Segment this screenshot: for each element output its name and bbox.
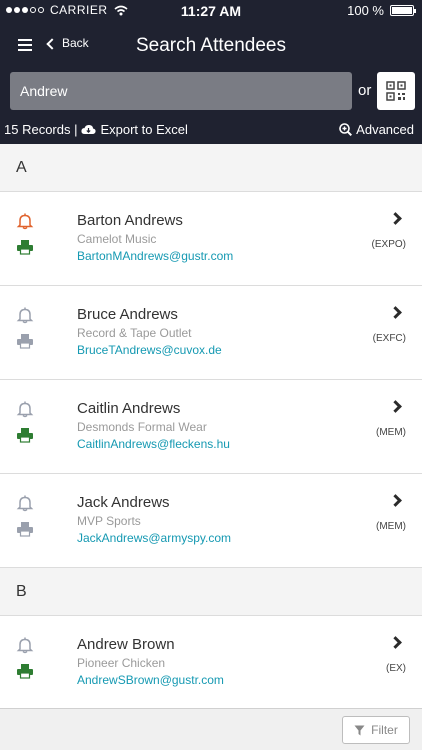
advanced-label: Advanced bbox=[356, 122, 414, 137]
printer-icon bbox=[17, 522, 33, 537]
attendee-name: Andrew Brown bbox=[77, 636, 175, 653]
status-right: 100 % bbox=[347, 3, 416, 18]
attendee-type: (EXFC) bbox=[372, 333, 406, 344]
records-count: 15 Records | bbox=[4, 122, 78, 137]
funnel-icon bbox=[354, 725, 365, 735]
attendee-row[interactable]: Bruce Andrews Record & Tape Outlet Bruce… bbox=[0, 286, 422, 380]
attendee-company: Desmonds Formal Wear bbox=[77, 420, 207, 434]
section-letter: B bbox=[16, 583, 27, 600]
bell-icon bbox=[16, 213, 34, 230]
qr-scan-button[interactable] bbox=[377, 72, 415, 110]
cloud-download-icon bbox=[81, 124, 97, 134]
search-input[interactable] bbox=[10, 72, 352, 110]
attendee-type: (EX) bbox=[386, 663, 406, 674]
attendee-email-link[interactable]: CaitlinAndrews@fleckens.hu bbox=[77, 437, 230, 451]
bell-icon bbox=[16, 401, 34, 418]
filter-button[interactable]: Filter bbox=[342, 716, 410, 744]
printer-icon bbox=[17, 334, 33, 349]
section-header-a: A bbox=[0, 144, 422, 192]
attendee-type: (MEM) bbox=[376, 427, 406, 438]
attendee-email-link[interactable]: BartonMAndrews@gustr.com bbox=[77, 249, 233, 263]
chevron-right-icon bbox=[389, 636, 402, 649]
attendee-type: (MEM) bbox=[376, 521, 406, 532]
section-letter: A bbox=[16, 159, 27, 176]
battery-icon bbox=[390, 5, 416, 16]
chevron-right-icon bbox=[389, 212, 402, 225]
attendee-name: Bruce Andrews bbox=[77, 306, 178, 323]
header: Back Search Attendees or 15 Records | Ex… bbox=[0, 22, 422, 144]
attendee-company: Pioneer Chicken bbox=[77, 656, 166, 670]
records-bar: 15 Records | Export to Excel bbox=[4, 122, 188, 137]
attendee-name: Jack Andrews bbox=[77, 494, 170, 511]
export-to-excel-button[interactable]: Export to Excel bbox=[81, 122, 188, 137]
attendee-row[interactable]: Jack Andrews MVP Sports JackAndrews@army… bbox=[0, 474, 422, 568]
bell-icon bbox=[16, 637, 34, 654]
status-bar: CARRIER 11:27 AM 100 % bbox=[0, 0, 422, 22]
advanced-search-button[interactable]: Advanced bbox=[339, 122, 414, 137]
bell-icon bbox=[16, 307, 34, 324]
page-title: Search Attendees bbox=[136, 35, 286, 56]
attendee-company: MVP Sports bbox=[77, 514, 141, 528]
attendee-row[interactable]: Andrew Brown Pioneer Chicken AndrewSBrow… bbox=[0, 616, 422, 710]
attendee-company: Camelot Music bbox=[77, 232, 157, 246]
printer-icon bbox=[17, 664, 33, 679]
qr-code-icon bbox=[386, 81, 406, 101]
attendee-email-link[interactable]: JackAndrews@armyspy.com bbox=[77, 531, 231, 545]
attendee-row[interactable]: Caitlin Andrews Desmonds Formal Wear Cai… bbox=[0, 380, 422, 474]
bottom-toolbar: Filter bbox=[0, 708, 422, 750]
attendee-name: Caitlin Andrews bbox=[77, 400, 181, 417]
battery-percent: 100 % bbox=[347, 3, 384, 18]
export-label: Export to Excel bbox=[100, 122, 188, 137]
attendee-name: Barton Andrews bbox=[77, 212, 183, 229]
chevron-right-icon bbox=[389, 306, 402, 319]
filter-label: Filter bbox=[371, 723, 398, 737]
attendee-email-link[interactable]: BruceTAndrews@cuvox.de bbox=[77, 343, 222, 357]
chevron-right-icon bbox=[389, 494, 402, 507]
attendee-row[interactable]: Barton Andrews Camelot Music BartonMAndr… bbox=[0, 192, 422, 286]
attendee-company: Record & Tape Outlet bbox=[77, 326, 192, 340]
attendee-email-link[interactable]: AndrewSBrown@gustr.com bbox=[77, 673, 224, 687]
printer-icon bbox=[17, 240, 33, 255]
zoom-in-icon bbox=[339, 123, 353, 136]
printer-icon bbox=[17, 428, 33, 443]
bell-icon bbox=[16, 495, 34, 512]
section-header-b: B bbox=[0, 568, 422, 616]
attendee-type: (EXPO) bbox=[371, 239, 406, 250]
chevron-right-icon bbox=[389, 400, 402, 413]
or-label: or bbox=[358, 82, 372, 99]
